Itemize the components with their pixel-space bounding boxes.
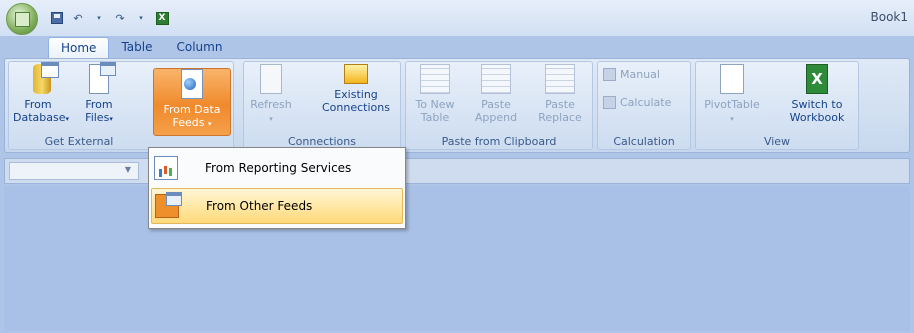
group-view: PivotTable ▾ X Switch to Workbook View bbox=[695, 61, 859, 150]
to-new-table-button[interactable]: To New Table bbox=[410, 64, 460, 136]
pivottable-button[interactable]: PivotTable ▾ bbox=[700, 64, 764, 136]
other-feeds-icon bbox=[155, 192, 182, 218]
data-feed-icon bbox=[181, 69, 203, 99]
manual-icon bbox=[603, 68, 616, 81]
excel-icon: X bbox=[806, 64, 828, 94]
files-icon bbox=[89, 62, 116, 94]
window-title: Book1 bbox=[870, 10, 909, 24]
app-logo-icon bbox=[15, 12, 30, 27]
redo-icon[interactable]: ↷ bbox=[113, 11, 127, 25]
calculate-icon bbox=[603, 96, 616, 109]
menu-item-from-reporting-services[interactable]: From Reporting Services bbox=[151, 150, 403, 186]
paste-append-icon bbox=[481, 64, 511, 94]
calculate-button[interactable]: Calculate bbox=[603, 96, 671, 109]
quick-access-toolbar: ↶ ▾ ↷ ▾ X bbox=[50, 10, 169, 26]
group-get-external: From Database▾ From Files▾ From Data Fee… bbox=[8, 61, 234, 150]
switch-to-workbook-button[interactable]: X Switch to Workbook bbox=[780, 64, 854, 136]
tab-column[interactable]: Column bbox=[164, 37, 234, 59]
formula-bar: ▼ bbox=[4, 158, 910, 184]
existing-connections-button[interactable]: Existing Connections bbox=[314, 64, 398, 136]
ribbon-tabs: Home Table Column bbox=[48, 37, 234, 59]
chevron-down-icon[interactable]: ▼ bbox=[125, 165, 131, 174]
tab-table[interactable]: Table bbox=[109, 37, 164, 59]
group-paste-from-clipboard: To New Table Paste Append Paste Replace … bbox=[405, 61, 593, 150]
group-calculation: Manual Calculate Calculation bbox=[597, 61, 691, 150]
connections-icon bbox=[344, 64, 368, 84]
workspace-area bbox=[4, 186, 910, 331]
refresh-icon bbox=[260, 64, 282, 94]
data-feeds-dropdown-menu: From Reporting Services From Other Feeds bbox=[148, 147, 406, 229]
save-icon[interactable] bbox=[50, 11, 64, 25]
refresh-button[interactable]: Refresh ▾ bbox=[248, 64, 294, 136]
ribbon: From Database▾ From Files▾ From Data Fee… bbox=[4, 58, 910, 153]
dropdown-arrow-icon[interactable]: ▾ bbox=[134, 11, 148, 25]
dropdown-arrow-icon[interactable]: ▾ bbox=[92, 11, 106, 25]
name-box[interactable]: ▼ bbox=[9, 162, 139, 180]
reporting-services-icon bbox=[154, 156, 178, 180]
undo-icon[interactable]: ↶ bbox=[71, 11, 85, 25]
from-database-button[interactable]: From Database▾ bbox=[13, 62, 69, 136]
menu-item-from-other-feeds[interactable]: From Other Feeds bbox=[151, 188, 403, 224]
group-label: View bbox=[763, 135, 791, 148]
database-icon bbox=[33, 62, 59, 94]
title-bar: ↶ ▾ ↷ ▾ X Book1 bbox=[0, 0, 914, 36]
tab-home[interactable]: Home bbox=[48, 37, 110, 59]
pivottable-icon bbox=[720, 64, 744, 94]
from-files-button[interactable]: From Files▾ bbox=[69, 62, 129, 136]
group-label: Paste from Clipboard bbox=[441, 135, 557, 148]
paste-replace-button[interactable]: Paste Replace bbox=[532, 64, 588, 136]
switch-to-excel-icon[interactable]: X bbox=[155, 11, 169, 25]
paste-replace-icon bbox=[545, 64, 575, 94]
group-label: Get External bbox=[44, 135, 114, 148]
paste-append-button[interactable]: Paste Append bbox=[470, 64, 522, 136]
to-new-table-icon bbox=[420, 64, 450, 94]
group-connections: Refresh ▾ Existing Connections Connection… bbox=[243, 61, 401, 150]
manual-button[interactable]: Manual bbox=[603, 68, 660, 81]
app-orb-button[interactable] bbox=[6, 3, 38, 35]
group-label: Calculation bbox=[613, 135, 675, 148]
from-data-feeds-button[interactable]: From Data Feeds ▾ bbox=[153, 68, 231, 136]
